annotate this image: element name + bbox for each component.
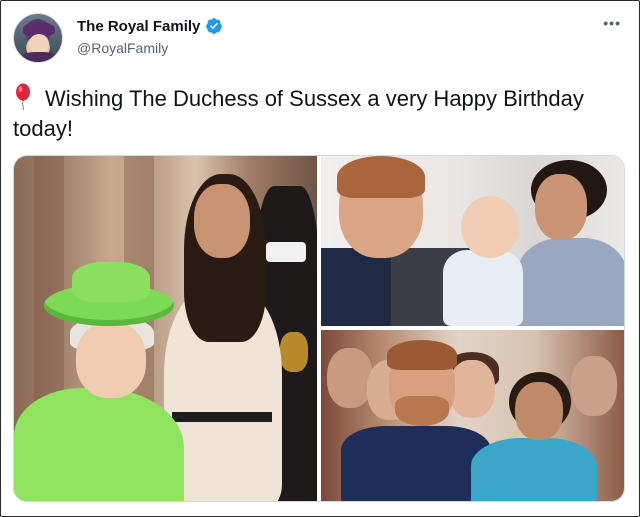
crowd-person: [327, 348, 373, 408]
photo-queen-and-duchess[interactable]: [14, 156, 317, 501]
tweet-body-text: Wishing The Duchess of Sussex a very Hap…: [13, 86, 584, 141]
tweet-media-grid: [13, 155, 625, 502]
author-name-row: The Royal Family: [77, 17, 223, 35]
verified-badge-icon: [206, 18, 223, 34]
duchess-belt: [172, 412, 272, 422]
avatar-coat: [20, 52, 58, 62]
photo-harry-baby-duchess[interactable]: [321, 156, 624, 326]
photo-harry-duchess-crowd[interactable]: [321, 330, 624, 501]
crowd-person: [571, 356, 617, 416]
duchess-blue-dress: [471, 438, 597, 501]
queen-face: [76, 322, 146, 398]
queen-green-hat-crown: [72, 262, 150, 302]
harry-hair: [337, 156, 425, 198]
baby-outfit: [443, 250, 523, 326]
duchess-face: [515, 382, 563, 440]
duchess-patterned-dress: [517, 238, 624, 326]
duchess-face: [535, 174, 587, 240]
guard-gold-emblem: [280, 332, 308, 372]
balloon-icon: [16, 83, 30, 111]
duchess-face: [194, 184, 250, 258]
queen-green-coat: [14, 388, 184, 501]
avatar[interactable]: [13, 13, 63, 63]
harry-suit: [321, 248, 391, 326]
harry-beard: [395, 396, 449, 426]
more-options-icon[interactable]: •••: [603, 15, 621, 31]
tweet-text: Wishing The Duchess of Sussex a very Hap…: [13, 83, 613, 144]
author-display-name[interactable]: The Royal Family: [77, 18, 200, 35]
harry-hair: [387, 340, 457, 370]
crowd-woman-face: [449, 360, 495, 418]
avatar-face: [29, 34, 49, 54]
author-handle[interactable]: @RoyalFamily: [77, 40, 168, 56]
baby-head: [461, 196, 519, 258]
tweet-card: The Royal Family @RoyalFamily ••• Wishin…: [0, 0, 640, 517]
harry-navy-suit: [341, 426, 491, 501]
guard-collar: [266, 242, 306, 262]
